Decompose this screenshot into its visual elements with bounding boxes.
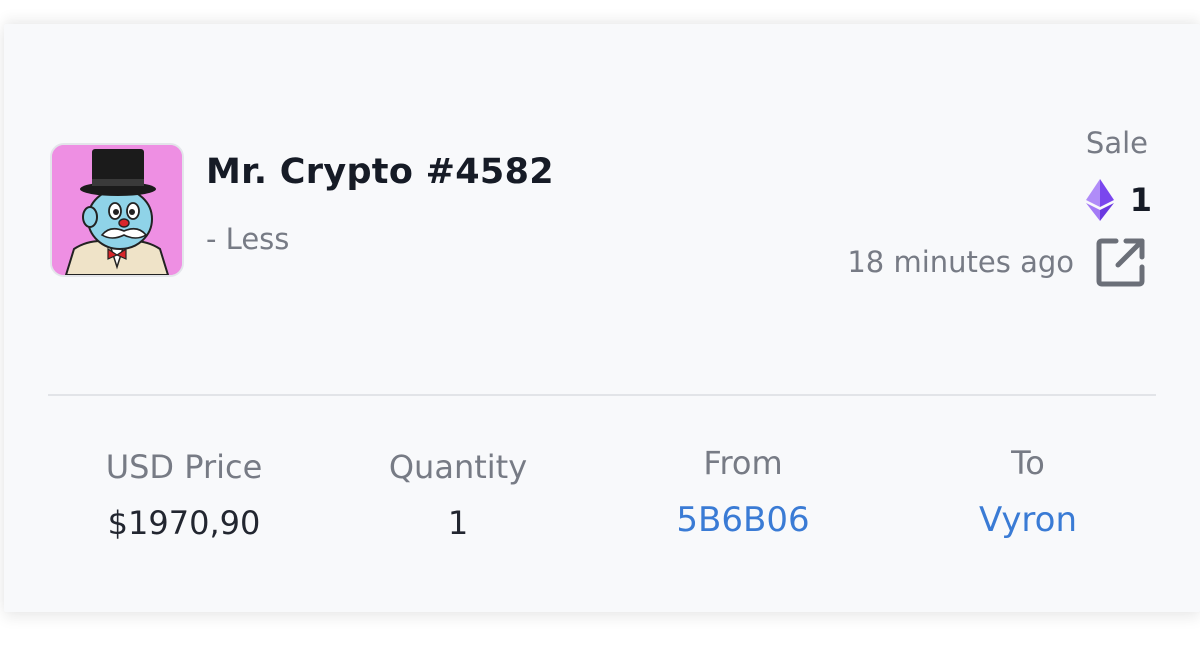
- usd-price-value: $1970,90: [107, 504, 261, 542]
- stat-usd-price: USD Price $1970,90: [44, 448, 324, 542]
- sale-price: 1: [1085, 178, 1152, 222]
- divider: [48, 394, 1156, 396]
- ethereum-icon: [1085, 179, 1114, 221]
- quantity-value: 1: [447, 504, 469, 542]
- stat-from: From 5B6B06: [603, 444, 883, 540]
- nft-title[interactable]: Mr. Crypto #4582: [206, 152, 554, 192]
- to-label: To: [1011, 444, 1045, 482]
- stat-quantity: Quantity 1: [318, 448, 598, 542]
- to-address-link[interactable]: Vyron: [888, 500, 1168, 540]
- nft-thumbnail[interactable]: [50, 143, 184, 277]
- event-type-label: Sale: [1085, 126, 1148, 160]
- external-link-icon[interactable]: [1094, 235, 1148, 289]
- nft-subtitle: - Less: [206, 222, 290, 256]
- from-label: From: [703, 444, 783, 482]
- mr-crypto-avatar-icon: [52, 145, 182, 275]
- sale-time-row: 18 minutes ago: [847, 234, 1148, 290]
- usd-price-label: USD Price: [105, 448, 263, 486]
- eth-amount: 1: [1129, 181, 1152, 219]
- sale-activity-card: Mr. Crypto #4582 - Less Sale 1 18 minute…: [4, 24, 1200, 612]
- stat-to: To Vyron: [888, 444, 1168, 540]
- from-address-link[interactable]: 5B6B06: [603, 500, 883, 540]
- quantity-label: Quantity: [388, 448, 528, 486]
- time-ago: 18 minutes ago: [847, 245, 1074, 279]
